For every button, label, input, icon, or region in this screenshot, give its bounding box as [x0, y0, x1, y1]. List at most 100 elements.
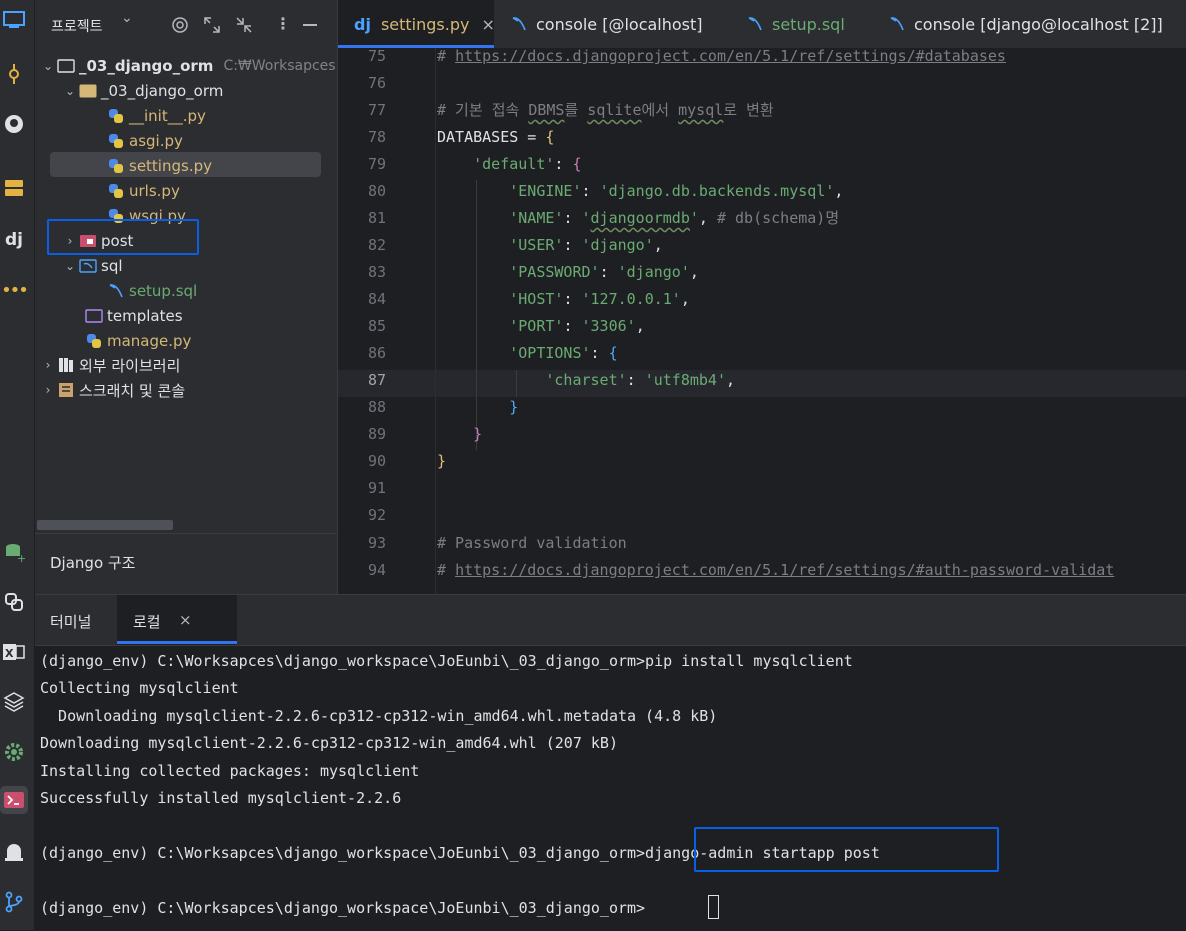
- tree-item-templates[interactable]: templates: [85, 304, 183, 328]
- line-number: 76: [367, 74, 386, 92]
- code-text: 'default': {: [473, 155, 582, 173]
- line-number: 86: [367, 344, 386, 362]
- line-number: 93: [367, 534, 386, 552]
- github-icon[interactable]: [0, 110, 28, 138]
- tab-local[interactable]: 로컬 ×: [117, 595, 237, 645]
- excel-icon[interactable]: X: [0, 638, 28, 666]
- tree-item-manage[interactable]: manage.py: [85, 329, 191, 353]
- root-path: C:₩Worksapces: [223, 58, 336, 74]
- code-editor[interactable]: 75 # https://docs.djangoproject.com/en/5.…: [338, 48, 1186, 594]
- tab-setup-sql[interactable]: setup.sql: [746, 0, 845, 48]
- python-file-icon: [107, 107, 125, 125]
- line-number: 85: [367, 317, 386, 335]
- console-icon: [888, 15, 906, 33]
- code-line-87: 87 'charset': 'utf8mb4',: [338, 367, 1186, 394]
- svg-text:+: +: [17, 552, 25, 563]
- terminal-panel: 터미널 로컬 × (django_env) C:\Worksapces\djan…: [35, 594, 1186, 931]
- line-number: 89: [367, 425, 386, 443]
- tree-item-sql[interactable]: ⌄ sql: [61, 254, 123, 278]
- code-text: 'ENGINE': 'django.db.backends.mysql',: [509, 182, 844, 200]
- tab-label: 로컬: [133, 613, 161, 631]
- problems-icon[interactable]: [0, 838, 28, 866]
- tab-label: setup.sql: [772, 14, 845, 34]
- django-structure-title[interactable]: Django 구조: [50, 552, 135, 573]
- tree-item-label: settings.py: [129, 157, 212, 175]
- line-number: 84: [367, 290, 386, 308]
- terminal-prompt-line[interactable]: (django_env) C:\Worksapces\django_worksp…: [40, 895, 645, 922]
- terminal-tab-bar: 터미널 로컬 ×: [35, 595, 1186, 646]
- django-icon[interactable]: dj: [0, 226, 28, 254]
- code-text: }: [509, 398, 519, 416]
- layers-icon[interactable]: [0, 688, 28, 716]
- terminal-icon[interactable]: [0, 786, 28, 814]
- code-line-75: 75 # https://docs.djangoproject.com/en/5.…: [338, 48, 1186, 70]
- code-text: 'PORT': '3306',: [509, 317, 645, 335]
- more-icon[interactable]: •••: [0, 276, 29, 304]
- project-panel-title[interactable]: 프로젝트: [51, 16, 103, 36]
- chevron-down-icon[interactable]: ⌄: [39, 59, 57, 73]
- code-line-88: 88 }: [338, 394, 1186, 421]
- code-line-93: 93 # Password validation: [338, 530, 1186, 557]
- folder-icon: [85, 307, 103, 325]
- line-number: 91: [367, 479, 386, 497]
- library-icon: [57, 356, 75, 374]
- line-number: 77: [367, 101, 386, 119]
- git-branch-icon[interactable]: [0, 888, 28, 916]
- python-file-icon: [85, 332, 103, 350]
- chevron-right-icon[interactable]: ›: [39, 358, 57, 372]
- code-text: # https://docs.djangoproject.com/en/5.1/…: [437, 48, 1006, 65]
- collapse-all-icon[interactable]: [235, 16, 253, 38]
- tree-item-label: urls.py: [129, 182, 180, 200]
- close-icon[interactable]: ×: [179, 611, 192, 629]
- code-text: DATABASES = {: [437, 128, 555, 146]
- python-console-icon[interactable]: [0, 588, 28, 616]
- horizontal-scrollbar[interactable]: [37, 520, 173, 530]
- python-file-icon: [107, 157, 125, 175]
- python-file-icon: [107, 182, 125, 200]
- tree-item-init[interactable]: __init__.py: [107, 104, 206, 128]
- project-icon[interactable]: [0, 6, 28, 34]
- tree-root[interactable]: ⌄ _03_django_orm C:₩Worksapces: [39, 54, 336, 78]
- chevron-down-icon[interactable]: ⌄: [121, 10, 133, 26]
- chevron-down-icon[interactable]: ⌄: [61, 84, 79, 98]
- hide-panel-icon[interactable]: [303, 24, 317, 26]
- django-icon: dj: [354, 14, 371, 34]
- chevron-right-icon[interactable]: ›: [39, 383, 57, 397]
- tab-console-localhost[interactable]: console [@localhost]: [510, 0, 703, 48]
- annotation-box-post: [47, 219, 199, 255]
- line-number: 90: [367, 452, 386, 470]
- code-text: # 기본 접속 DBMS를 sqlite에서 mysql로 변환: [437, 101, 774, 119]
- code-line-85: 85 'PORT': '3306',: [338, 313, 1186, 340]
- line-number: 88: [367, 398, 386, 416]
- python-file-icon: [107, 132, 125, 150]
- tab-console-django-localhost-2[interactable]: console [django@localhost [2]]: [888, 0, 1163, 48]
- tree-item-scratches[interactable]: › 스크래치 및 콘솔: [39, 378, 186, 402]
- close-icon[interactable]: ×: [481, 15, 494, 34]
- settings-gear-icon[interactable]: [0, 738, 28, 766]
- folder-icon: [79, 82, 97, 100]
- tree-item-label: setup.sql: [129, 282, 198, 300]
- chevron-down-icon[interactable]: ⌄: [61, 259, 79, 273]
- code-line-89: 89 }: [338, 421, 1186, 448]
- database-icon[interactable]: [0, 174, 28, 202]
- expand-all-icon[interactable]: [203, 16, 221, 38]
- tree-item-setup-sql[interactable]: setup.sql: [107, 279, 197, 303]
- code-text: }: [437, 452, 447, 470]
- tree-item-label: _03_django_orm: [101, 82, 224, 100]
- locate-icon[interactable]: [171, 16, 189, 38]
- tree-item-label: sql: [101, 257, 123, 275]
- database-add-icon[interactable]: +: [0, 538, 28, 566]
- code-line-92: 92: [338, 502, 1186, 529]
- terminal-title[interactable]: 터미널: [50, 611, 91, 632]
- commit-icon[interactable]: [0, 60, 28, 88]
- tab-settings-py[interactable]: dj settings.py ×: [338, 0, 495, 48]
- tree-item-asgi[interactable]: asgi.py: [107, 129, 183, 153]
- tree-item-settings[interactable]: settings.py: [107, 154, 212, 178]
- tree-item-package[interactable]: ⌄ _03_django_orm: [61, 79, 223, 103]
- code-line-77: 77 # 기본 접속 DBMS를 sqlite에서 mysql로 변환: [338, 97, 1186, 124]
- code-text: 'HOST': '127.0.0.1',: [509, 290, 690, 308]
- options-kebab-icon[interactable]: ⋮: [275, 14, 291, 33]
- code-line-83: 83 'PASSWORD': 'django',: [338, 259, 1186, 286]
- tree-item-external-libraries[interactable]: › 외부 라이브러리: [39, 353, 181, 377]
- tree-item-urls[interactable]: urls.py: [107, 179, 180, 203]
